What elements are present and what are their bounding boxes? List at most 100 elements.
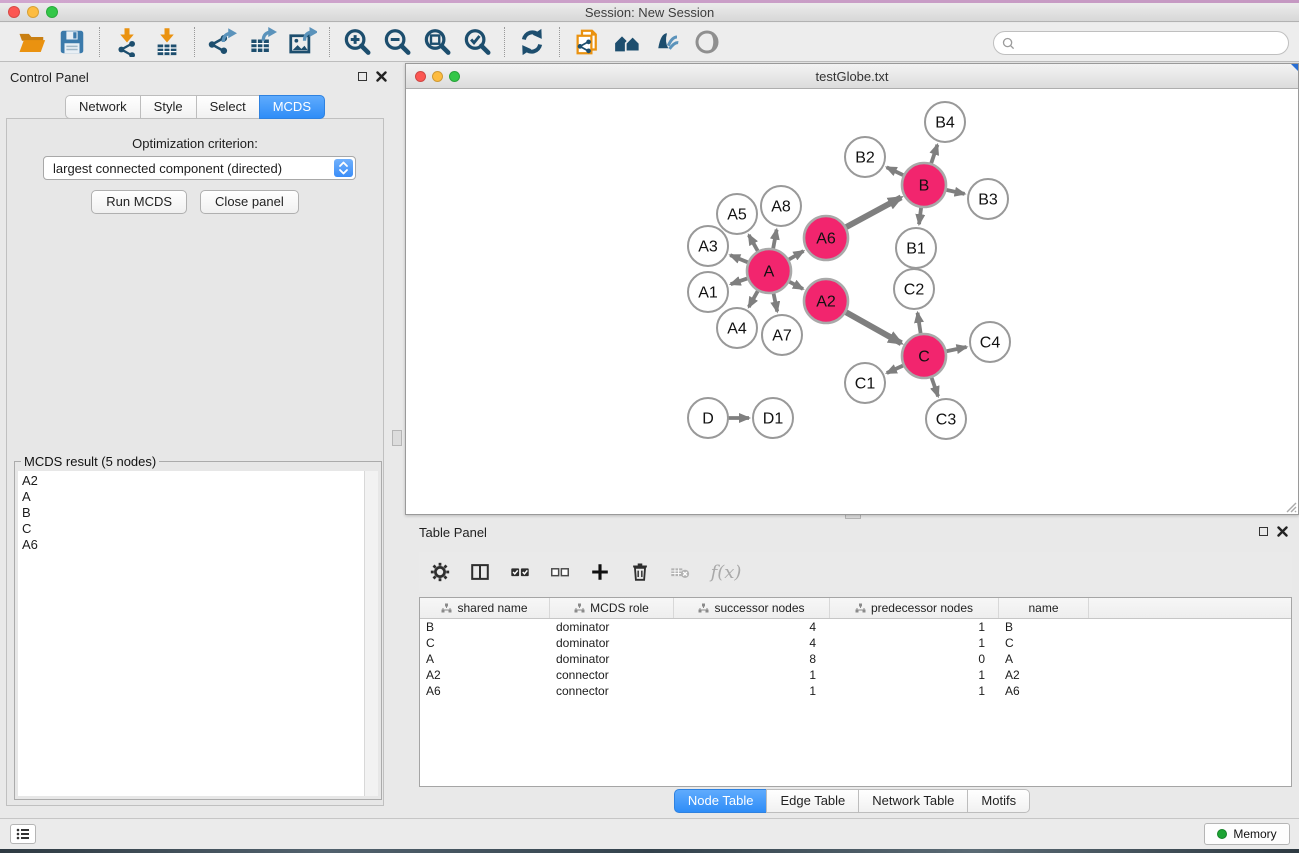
optimization-dropdown[interactable]: largest connected component (directed) bbox=[43, 156, 356, 180]
zoom-out-button[interactable] bbox=[377, 25, 417, 59]
function-builder-icon: f(x) bbox=[711, 562, 742, 583]
table-cell: dominator bbox=[550, 620, 674, 634]
table-row[interactable]: Bdominator41B bbox=[420, 619, 1291, 635]
tab-edge-table[interactable]: Edge Table bbox=[766, 789, 859, 813]
network-view-window: testGlobe.txt AA1A2A3A4A5A6A7A8BB1B2B3B4… bbox=[405, 63, 1299, 515]
zoom-fit-icon bbox=[422, 27, 452, 57]
column-header-predecessor-nodes[interactable]: predecessor nodes bbox=[830, 598, 999, 618]
zoom-fit-button[interactable] bbox=[417, 25, 457, 59]
memory-button[interactable]: Memory bbox=[1204, 823, 1290, 845]
node-label-A2: A2 bbox=[816, 294, 836, 311]
select-all-icon bbox=[509, 561, 531, 583]
tab-motifs[interactable]: Motifs bbox=[967, 789, 1030, 813]
close-panel-icon[interactable] bbox=[376, 71, 387, 82]
import-network-button[interactable] bbox=[107, 25, 147, 59]
search-box[interactable] bbox=[993, 31, 1289, 55]
network-window-titlebar[interactable]: testGlobe.txt bbox=[406, 64, 1298, 89]
memory-status-icon bbox=[1217, 829, 1227, 839]
table-cell: A bbox=[999, 652, 1089, 666]
table-row[interactable]: A2connector11A2 bbox=[420, 667, 1291, 683]
table-cell: B bbox=[420, 620, 550, 634]
network-canvas[interactable]: AA1A2A3A4A5A6A7A8BB1B2B3B4CC1C2C3C4DD1 bbox=[406, 89, 1298, 514]
table-header: shared name MCDS role successor nodes pr… bbox=[420, 598, 1291, 619]
table-cell: dominator bbox=[550, 652, 674, 666]
table-cell: 4 bbox=[674, 620, 830, 634]
show-graphics-details-icon bbox=[692, 27, 722, 57]
tab-network[interactable]: Network bbox=[65, 95, 141, 119]
split-panel-button[interactable] bbox=[467, 559, 493, 585]
result-list-item[interactable]: A6 bbox=[22, 537, 360, 553]
tab-mcds[interactable]: MCDS bbox=[259, 95, 325, 119]
save-session-button[interactable] bbox=[52, 25, 92, 59]
search-input[interactable] bbox=[1015, 36, 1288, 50]
import-table-icon bbox=[152, 27, 182, 57]
node-label-D: D bbox=[702, 411, 714, 428]
table-row[interactable]: Adominator80A bbox=[420, 651, 1291, 667]
tab-style[interactable]: Style bbox=[140, 95, 197, 119]
result-list-item[interactable]: C bbox=[22, 521, 360, 537]
home-ndex-icon bbox=[612, 27, 642, 57]
vertical-split-handle[interactable] bbox=[392, 430, 402, 446]
open-file-button[interactable] bbox=[12, 25, 52, 59]
node-table[interactable]: shared name MCDS role successor nodes pr… bbox=[419, 597, 1292, 787]
column-header-name[interactable]: name bbox=[999, 598, 1089, 618]
result-scrollbar[interactable] bbox=[364, 471, 378, 796]
column-header-MCDS-role[interactable]: MCDS role bbox=[550, 598, 674, 618]
dropdown-value: largest connected component (directed) bbox=[53, 161, 282, 176]
application-window: Session: New Session Control Panel N bbox=[0, 0, 1299, 853]
table-tabs: Node TableEdge TableNetwork TableMotifs bbox=[674, 789, 1030, 813]
table-cell: dominator bbox=[550, 636, 674, 650]
clipboard-network-button[interactable] bbox=[567, 25, 607, 59]
export-image-icon bbox=[287, 27, 317, 57]
column-label: name bbox=[1028, 601, 1058, 615]
show-graphics-details-button[interactable] bbox=[687, 25, 727, 59]
export-network-button[interactable] bbox=[202, 25, 242, 59]
select-all-button[interactable] bbox=[507, 559, 533, 585]
resize-grip-icon[interactable] bbox=[1283, 499, 1297, 513]
float-panel-icon[interactable] bbox=[358, 72, 367, 81]
table-float-icon[interactable] bbox=[1259, 527, 1268, 536]
unselect-all-button[interactable] bbox=[547, 559, 573, 585]
column-header-shared-name[interactable]: shared name bbox=[420, 598, 550, 618]
task-history-button[interactable] bbox=[10, 824, 36, 844]
table-cell: 1 bbox=[830, 636, 999, 650]
run-mcds-button[interactable]: Run MCDS bbox=[91, 190, 187, 214]
delete-rows-button[interactable] bbox=[627, 559, 653, 585]
export-table-button[interactable] bbox=[242, 25, 282, 59]
node-label-B2: B2 bbox=[855, 150, 875, 167]
control-panel-tabs: NetworkStyleSelectMCDS bbox=[65, 95, 325, 119]
node-label-A8: A8 bbox=[771, 199, 791, 216]
result-list-item[interactable]: A2 bbox=[22, 473, 360, 489]
column-label: MCDS role bbox=[590, 601, 649, 615]
node-label-A1: A1 bbox=[698, 285, 718, 302]
table-close-icon[interactable] bbox=[1277, 526, 1288, 537]
tab-select[interactable]: Select bbox=[196, 95, 260, 119]
toolbar-separator bbox=[559, 27, 560, 57]
table-cell: 1 bbox=[674, 668, 830, 682]
import-table-button[interactable] bbox=[147, 25, 187, 59]
table-settings-button[interactable] bbox=[427, 559, 453, 585]
table-row[interactable]: A6connector11A6 bbox=[420, 683, 1291, 699]
table-row[interactable]: Cdominator41C bbox=[420, 635, 1291, 651]
zoom-in-icon bbox=[342, 27, 372, 57]
close-panel-button[interactable]: Close panel bbox=[200, 190, 299, 214]
export-image-button[interactable] bbox=[282, 25, 322, 59]
home-ndex-button[interactable] bbox=[607, 25, 647, 59]
control-panel-title: Control Panel bbox=[10, 70, 89, 85]
tab-node-table[interactable]: Node Table bbox=[674, 789, 768, 813]
status-bar: Memory bbox=[0, 818, 1299, 849]
node-label-B3: B3 bbox=[978, 192, 998, 209]
add-row-button[interactable] bbox=[587, 559, 613, 585]
result-list-item[interactable]: A bbox=[22, 489, 360, 505]
shared-column-icon bbox=[574, 603, 585, 613]
column-header-successor-nodes[interactable]: successor nodes bbox=[674, 598, 830, 618]
zoom-in-button[interactable] bbox=[337, 25, 377, 59]
mcds-result-list[interactable]: A2ABCA6 bbox=[18, 471, 364, 796]
refresh-layout-icon bbox=[517, 27, 547, 57]
hide-graphics-details-button[interactable] bbox=[647, 25, 687, 59]
node-label-A: A bbox=[764, 264, 775, 281]
refresh-layout-button[interactable] bbox=[512, 25, 552, 59]
tab-network-table[interactable]: Network Table bbox=[858, 789, 968, 813]
zoom-selected-button[interactable] bbox=[457, 25, 497, 59]
result-list-item[interactable]: B bbox=[22, 505, 360, 521]
